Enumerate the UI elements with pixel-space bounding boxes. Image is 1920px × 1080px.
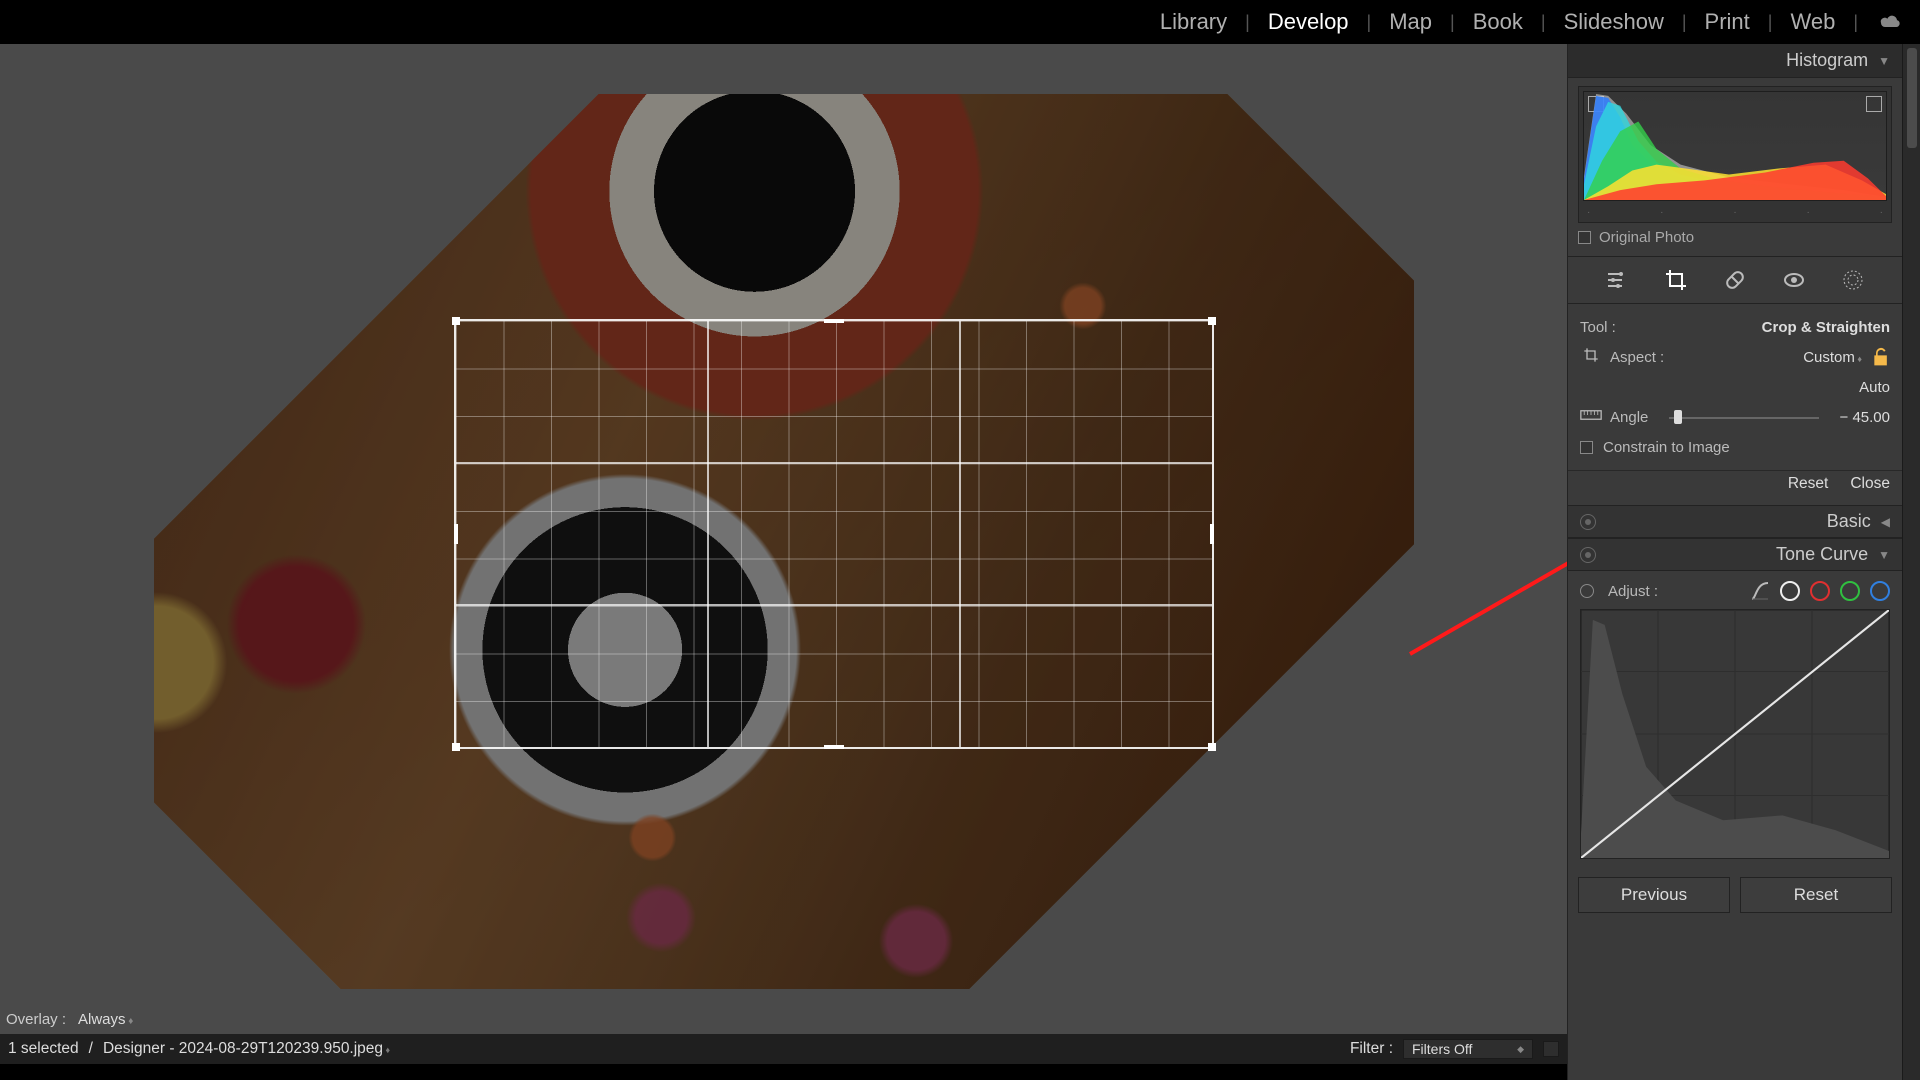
histogram[interactable]: ····· — [1578, 86, 1892, 223]
tone-curve-header[interactable]: Tone Curve ▼ — [1568, 538, 1902, 571]
basic-visibility-icon[interactable] — [1580, 514, 1596, 530]
straighten-ruler-icon[interactable] — [1580, 407, 1602, 427]
overlay-bar: Overlay : Always — [0, 1004, 133, 1034]
tone-curve-graph[interactable] — [1580, 609, 1890, 859]
right-panel: Histogram ▼ ····· Original Photo — [1567, 44, 1902, 1080]
redeye-tool[interactable] — [1779, 265, 1809, 295]
crop-handle-br[interactable] — [1208, 743, 1216, 751]
crop-tool[interactable] — [1661, 265, 1691, 295]
constrain-checkbox[interactable] — [1580, 441, 1593, 454]
toolstrip — [1568, 256, 1902, 304]
histogram-zone-ticks: ····· — [1579, 205, 1891, 222]
angle-label: Angle — [1610, 409, 1648, 426]
chevron-down-icon: ▼ — [1878, 54, 1890, 68]
edit-sliders-tool[interactable] — [1602, 265, 1632, 295]
crop-handle-b[interactable] — [824, 745, 844, 749]
module-develop[interactable]: Develop — [1262, 9, 1355, 35]
crop-overlay[interactable] — [454, 319, 1214, 749]
reset-all-button[interactable]: Reset — [1740, 877, 1892, 913]
module-book[interactable]: Book — [1467, 9, 1529, 35]
aspect-dropdown[interactable]: Custom — [1803, 349, 1862, 366]
masking-tool[interactable] — [1838, 265, 1868, 295]
crop-handle-r[interactable] — [1210, 524, 1214, 544]
angle-value[interactable]: − 45.00 — [1840, 409, 1890, 426]
module-web[interactable]: Web — [1784, 9, 1841, 35]
selection-count: 1 selected — [8, 1040, 79, 1058]
filter-toggle[interactable] — [1543, 1041, 1559, 1057]
tone-curve-panel: Adjust : — [1568, 571, 1902, 869]
crop-handle-tr[interactable] — [1208, 317, 1216, 325]
annotation-arrow — [1400, 504, 1567, 664]
point-curve-icon[interactable] — [1780, 581, 1800, 601]
crop-handle-tl[interactable] — [452, 317, 460, 325]
green-channel-icon[interactable] — [1840, 581, 1860, 601]
adjust-label: Adjust : — [1608, 583, 1658, 600]
aspect-lock-icon[interactable] — [1872, 347, 1890, 367]
right-panel-scrollbar[interactable] — [1902, 44, 1920, 1080]
histogram-plot — [1584, 92, 1886, 200]
chevron-down-icon: ▼ — [1878, 548, 1890, 562]
tool-label: Tool : — [1580, 319, 1616, 336]
angle-slider[interactable] — [1669, 414, 1819, 420]
photo-rotated[interactable] — [154, 94, 1414, 989]
basic-panel-header[interactable]: Basic ◀ — [1568, 505, 1902, 538]
blue-channel-icon[interactable] — [1870, 581, 1890, 601]
filter-label: Filter : — [1350, 1040, 1393, 1058]
original-photo-label: Original Photo — [1599, 229, 1694, 246]
cloud-sync-icon[interactable] — [1870, 9, 1902, 35]
tool-close-button[interactable]: Close — [1850, 475, 1890, 495]
overlay-label: Overlay : — [6, 1011, 66, 1028]
red-channel-icon[interactable] — [1810, 581, 1830, 601]
aspect-label: Aspect : — [1610, 349, 1664, 366]
module-picker: Library| Develop| Map| Book| Slideshow| … — [0, 0, 1920, 44]
histogram-title: Histogram — [1786, 50, 1868, 71]
crop-panel: Tool : Crop & Straighten Aspect : Custom… — [1568, 304, 1902, 471]
module-print[interactable]: Print — [1699, 9, 1756, 35]
tonecurve-visibility-icon[interactable] — [1580, 547, 1596, 563]
parametric-curve-icon[interactable] — [1750, 581, 1770, 601]
tool-name: Crop & Straighten — [1762, 319, 1890, 336]
healing-tool[interactable] — [1720, 265, 1750, 295]
crop-handle-bl[interactable] — [452, 743, 460, 751]
target-adjust-icon[interactable] — [1580, 584, 1594, 598]
module-map[interactable]: Map — [1383, 9, 1438, 35]
module-library[interactable]: Library — [1154, 9, 1233, 35]
original-photo-checkbox[interactable] — [1578, 231, 1591, 244]
previous-button[interactable]: Previous — [1578, 877, 1730, 913]
overlay-mode-dropdown[interactable]: Always — [78, 1011, 133, 1028]
histogram-header[interactable]: Histogram ▼ — [1568, 44, 1902, 78]
filter-dropdown[interactable]: Filters Off◆ — [1403, 1039, 1533, 1059]
chevron-left-icon: ◀ — [1881, 515, 1890, 529]
filename[interactable]: Designer - 2024-08-29T120239.950.jpeg — [103, 1040, 390, 1058]
crop-handle-l[interactable] — [454, 524, 458, 544]
file-bar: 1 selected / Designer - 2024-08-29T12023… — [0, 1034, 1567, 1064]
auto-straighten-button[interactable]: Auto — [1859, 379, 1890, 396]
tool-reset-button[interactable]: Reset — [1788, 475, 1829, 495]
crop-frame-icon[interactable] — [1580, 347, 1602, 367]
canvas[interactable]: Overlay : Always 1 selected / Designer -… — [0, 44, 1567, 1080]
crop-handle-t[interactable] — [824, 319, 844, 323]
module-slideshow[interactable]: Slideshow — [1558, 9, 1670, 35]
filmstrip-collapsed[interactable] — [0, 1064, 1567, 1080]
constrain-label: Constrain to Image — [1603, 439, 1730, 456]
